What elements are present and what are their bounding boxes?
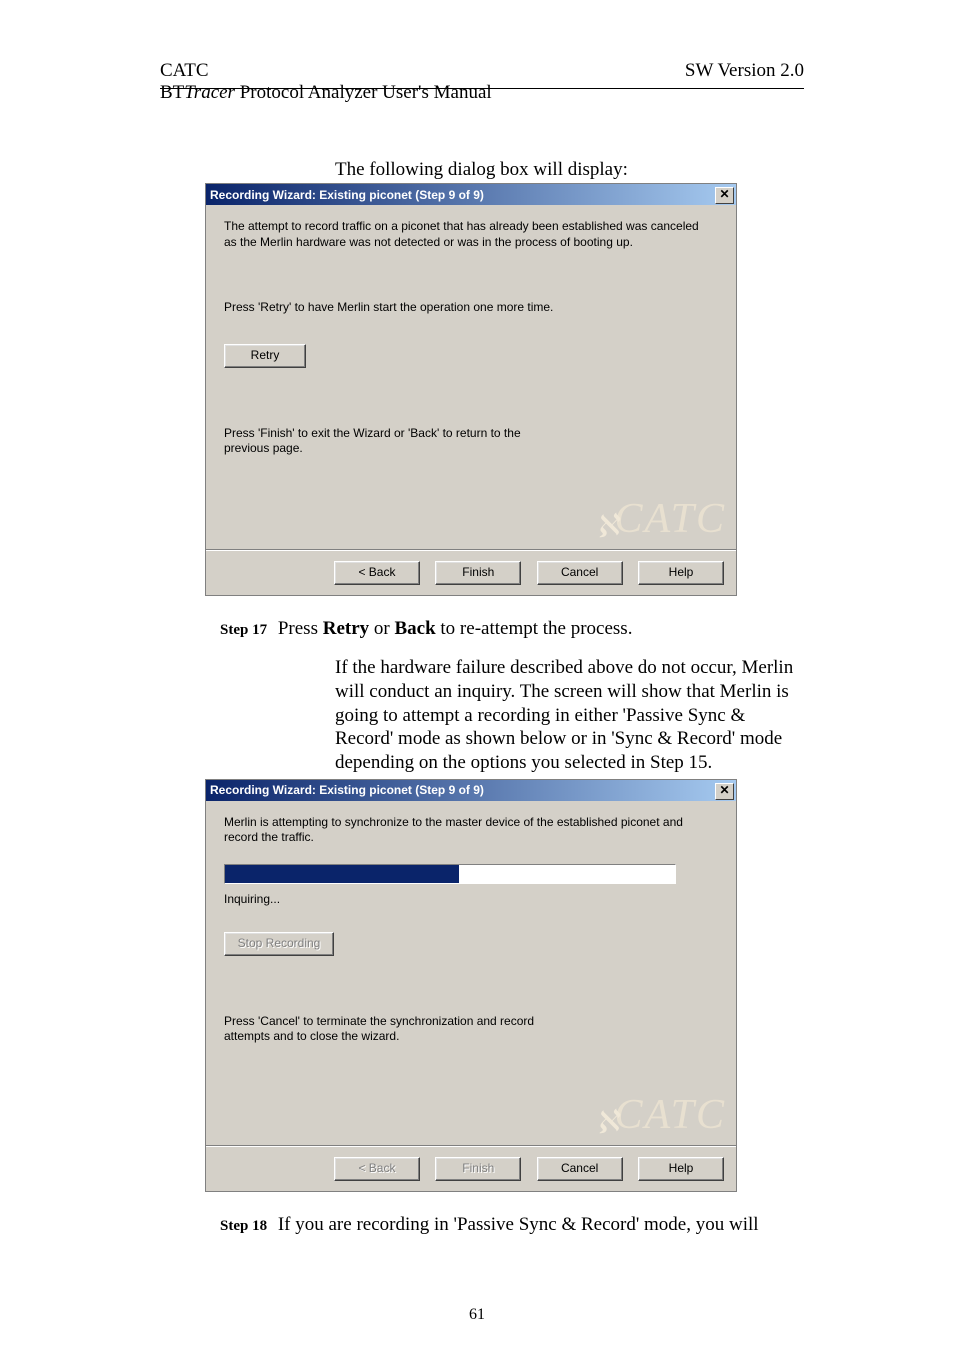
back-button[interactable]: < Back: [334, 561, 420, 585]
finish-button[interactable]: Finish: [435, 561, 521, 585]
dialog2-status: Inquiring...: [224, 892, 718, 908]
cancel-button[interactable]: Cancel: [537, 561, 623, 585]
dialog2: Recording Wizard: Existing piconet (Step…: [205, 779, 737, 1192]
dialog1-footer: < Back Finish Cancel Help: [206, 551, 736, 595]
dialog1-titlebar: Recording Wizard: Existing piconet (Step…: [206, 184, 736, 205]
watermark-icon: ℵCATC: [596, 495, 726, 543]
header-center-suffix: Protocol Analyzer User's Manual: [235, 82, 492, 103]
step18: Step 18 If you are recording in 'Passive…: [220, 1214, 954, 1236]
step17-body: If the hardware failure described above …: [335, 656, 804, 775]
dialog1-title: Recording Wizard: Existing piconet (Step…: [210, 188, 484, 202]
dialog2-footer: < Back Finish Cancel Help: [206, 1147, 736, 1191]
manual-page: CATC SW Version 2.0 BTTracer Protocol An…: [0, 0, 954, 1364]
dialog1-msg3: Press 'Finish' to exit the Wizard or 'Ba…: [224, 426, 544, 457]
header-center: BTTracer Protocol Analyzer User's Manual: [0, 82, 954, 104]
help-button[interactable]: Help: [638, 561, 724, 585]
cancel-button[interactable]: Cancel: [537, 1157, 623, 1181]
close-icon[interactable]: ✕: [715, 187, 734, 204]
progress-fill: [225, 865, 459, 883]
step18-label: Step 18: [220, 1218, 267, 1234]
watermark-icon: ℵCATC: [596, 1091, 726, 1139]
help-button[interactable]: Help: [638, 1157, 724, 1181]
header-left: CATC: [160, 60, 209, 82]
retry-button[interactable]: Retry: [224, 344, 306, 368]
dialog2-title: Recording Wizard: Existing piconet (Step…: [210, 783, 484, 797]
page-number: 61: [0, 1306, 954, 1324]
finish-button: Finish: [435, 1157, 521, 1181]
progress-bar: [224, 864, 676, 884]
step18-text: If you are recording in 'Passive Sync & …: [278, 1214, 759, 1235]
dialog1-msg2: Press 'Retry' to have Merlin start the o…: [224, 300, 718, 316]
header-right: SW Version 2.0: [685, 60, 804, 82]
page-header: CATC SW Version 2.0 BTTracer Protocol An…: [0, 60, 954, 84]
step17-label: Step 17: [220, 622, 267, 638]
step17: Step 17 Press Retry or Back to re-attemp…: [220, 618, 954, 640]
header-center-prefix: BT: [160, 82, 184, 103]
back-button: < Back: [334, 1157, 420, 1181]
dialog2-msg3: Press 'Cancel' to terminate the synchron…: [224, 1014, 544, 1045]
dialog2-msg1: Merlin is attempting to synchronize to t…: [224, 815, 684, 846]
step17-text: Press Retry or Back to re-attempt the pr…: [278, 618, 633, 639]
stop-recording-button[interactable]: Stop Recording: [224, 932, 334, 956]
dialog1-msg1: The attempt to record traffic on a picon…: [224, 219, 714, 250]
dialog1: Recording Wizard: Existing piconet (Step…: [205, 183, 737, 596]
dialog2-titlebar: Recording Wizard: Existing piconet (Step…: [206, 780, 736, 801]
close-icon[interactable]: ✕: [715, 783, 734, 800]
header-center-italic: Tracer: [184, 82, 235, 103]
dialog1-caption: The following dialog box will display:: [335, 159, 954, 181]
